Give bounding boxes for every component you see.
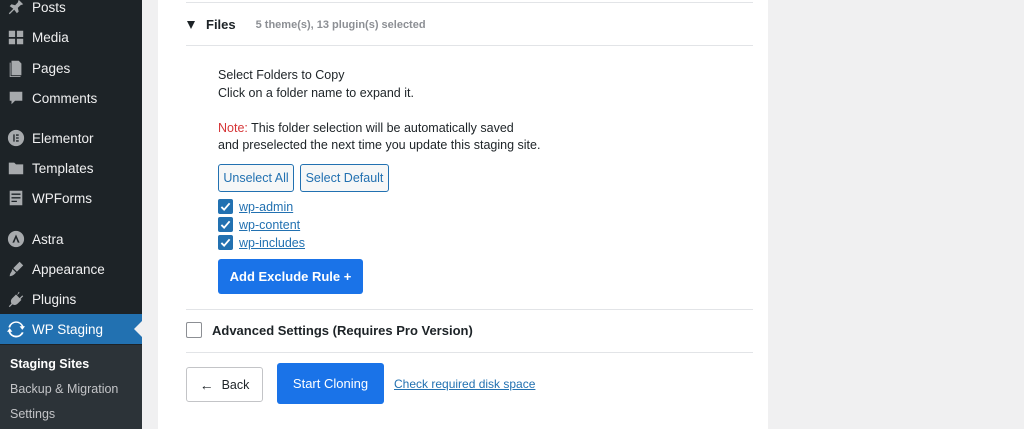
sidebar-item-posts[interactable]: Posts — [0, 0, 142, 22]
folder-link[interactable]: wp-admin — [239, 200, 293, 214]
divider — [186, 352, 753, 353]
folder-row-wp-includes: wp-includes — [218, 235, 305, 250]
folder-link[interactable]: wp-includes — [239, 236, 305, 250]
check-icon — [220, 202, 231, 212]
active-indicator — [134, 321, 142, 337]
check-disk-space-link[interactable]: Check required disk space — [394, 377, 535, 391]
start-cloning-button[interactable]: Start Cloning — [277, 363, 384, 404]
paintbrush-icon — [6, 259, 26, 279]
sidebar-item-templates[interactable]: Templates — [0, 153, 142, 183]
advanced-settings-label: Advanced Settings (Requires Pro Version) — [212, 322, 473, 338]
sidebar-item-plugins[interactable]: Plugins — [0, 284, 142, 314]
folder-row-wp-admin: wp-admin — [218, 199, 293, 214]
sidebar-item-label: Media — [32, 29, 69, 45]
sidebar-item-comments[interactable]: Comments — [0, 83, 142, 113]
note-label: Note: — [218, 121, 248, 135]
folder-link[interactable]: wp-content — [239, 218, 300, 232]
advanced-settings-row: Advanced Settings (Requires Pro Version) — [186, 322, 473, 338]
pages-icon — [6, 58, 26, 78]
sidebar-item-label: Astra — [32, 231, 64, 247]
plugin-icon — [6, 289, 26, 309]
sidebar-item-label: WPForms — [32, 190, 92, 206]
sync-icon — [6, 319, 26, 339]
divider — [186, 309, 753, 310]
wpforms-icon — [6, 188, 26, 208]
comments-icon — [6, 88, 26, 108]
folders-hint: Click on a folder name to expand it. — [218, 86, 414, 100]
submenu-backup-migration[interactable]: Backup & Migration — [10, 382, 118, 396]
check-icon — [220, 238, 231, 248]
note-text: This folder selection will be automatica… — [247, 121, 514, 135]
back-button[interactable]: ← Back — [186, 367, 263, 402]
sidebar-item-astra[interactable]: Astra — [0, 224, 142, 254]
staging-settings-panel: Files 5 theme(s), 13 plugin(s) selected … — [158, 0, 768, 429]
add-exclude-rule-button[interactable]: Add Exclude Rule + — [218, 259, 363, 294]
sidebar-item-wp-staging[interactable]: WP Staging — [0, 314, 142, 344]
back-label: Back — [221, 377, 250, 392]
sidebar-item-label: Comments — [32, 90, 98, 106]
divider — [186, 45, 753, 46]
folder-icon — [6, 158, 26, 178]
submenu-staging-sites[interactable]: Staging Sites — [10, 357, 89, 371]
folder-checkbox[interactable] — [218, 199, 233, 214]
folders-note: Note: This folder selection will be auto… — [218, 121, 514, 135]
sidebar-item-wpforms[interactable]: WPForms — [0, 183, 142, 213]
files-summary: 5 theme(s), 13 plugin(s) selected — [255, 18, 426, 31]
sidebar-item-label: Plugins — [32, 291, 77, 307]
advanced-settings-checkbox[interactable] — [186, 322, 202, 338]
arrow-left-icon: ← — [199, 376, 214, 393]
media-icon — [6, 27, 26, 47]
folder-checkbox[interactable] — [218, 217, 233, 232]
folders-heading: Select Folders to Copy — [218, 68, 345, 82]
folder-row-wp-content: wp-content — [218, 217, 300, 232]
files-title: Files — [206, 17, 236, 32]
sidebar-item-label: Pages — [32, 60, 71, 76]
note-text-continued: and preselected the next time you update… — [218, 138, 541, 152]
submenu-settings[interactable]: Settings — [10, 407, 55, 421]
sidebar-item-label: WP Staging — [32, 321, 104, 337]
select-default-button[interactable]: Select Default — [300, 164, 389, 192]
pin-icon — [6, 0, 26, 17]
check-icon — [220, 220, 231, 230]
sidebar-item-appearance[interactable]: Appearance — [0, 254, 142, 284]
caret-down-icon — [187, 20, 195, 29]
sidebar-item-label: Posts — [32, 0, 66, 15]
divider — [186, 2, 753, 3]
elementor-icon — [6, 128, 26, 148]
sidebar-item-label: Templates — [32, 160, 94, 176]
sidebar-item-label: Appearance — [32, 261, 105, 277]
sidebar-item-elementor[interactable]: Elementor — [0, 123, 142, 153]
sidebar-item-media[interactable]: Media — [0, 22, 142, 52]
wp-staging-submenu: Staging Sites Backup & Migration Setting… — [0, 345, 142, 429]
unselect-all-button[interactable]: Unselect All — [218, 164, 294, 192]
folder-checkbox[interactable] — [218, 235, 233, 250]
admin-sidebar: Posts Media Pages Comments Elementor Tem… — [0, 0, 142, 429]
sidebar-item-label: Elementor — [32, 130, 94, 146]
files-section-toggle[interactable]: Files 5 theme(s), 13 plugin(s) selected — [186, 17, 426, 32]
astra-icon — [6, 229, 26, 249]
sidebar-item-pages[interactable]: Pages — [0, 53, 142, 83]
